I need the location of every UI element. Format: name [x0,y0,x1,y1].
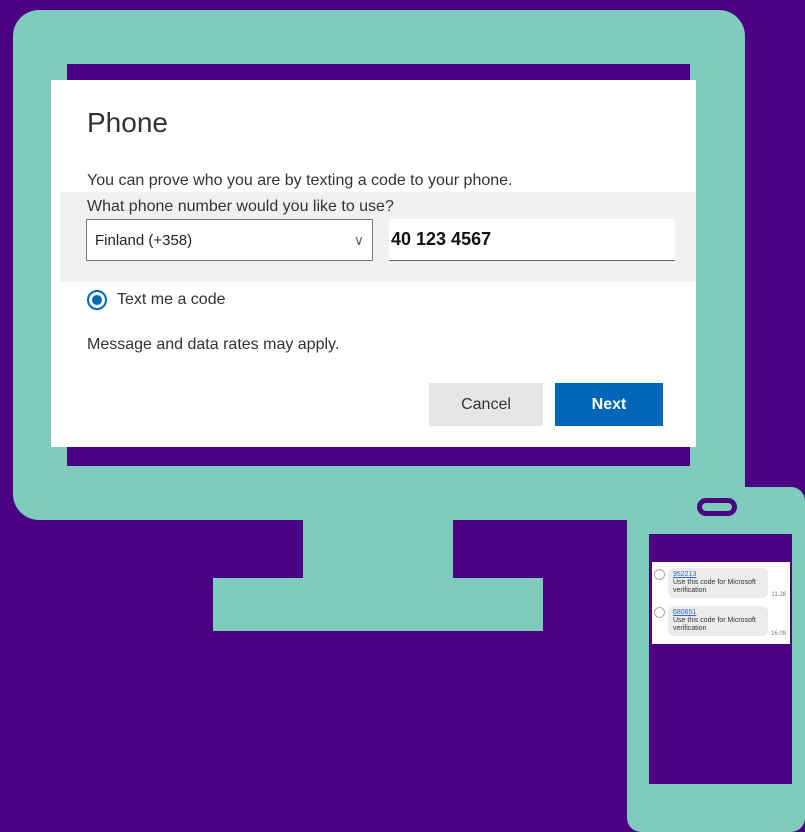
sms-code[interactable]: 680651 [673,609,763,617]
next-button[interactable]: Next [555,383,663,426]
text-me-code-label: Text me a code [117,291,226,308]
sms-text: Use this code for Microsoft verification [673,617,756,633]
country-code-value: Finland (+358) [95,231,193,249]
chevron-down-icon: ∨ [353,231,364,248]
sms-code[interactable]: 952213 [673,571,763,579]
monitor-neck [303,520,453,580]
text-me-code-option[interactable]: Text me a code [87,290,226,310]
phone-speaker-icon [697,498,737,516]
sms-time: 16.09 [770,631,786,637]
monitor-stand [213,578,543,631]
sms-message: 680651 Use this code for Microsoft verif… [668,606,768,637]
phone-question-label: What phone number would you like to use? [87,198,394,215]
rates-note: Message and data rates may apply. [87,336,340,353]
sms-list: 952213 Use this code for Microsoft verif… [652,562,790,644]
sms-text: Use this code for Microsoft verification [673,579,756,595]
contact-avatar-icon [654,569,665,580]
country-code-select[interactable]: Finland (+358) ∨ [86,219,373,261]
sms-message: 952213 Use this code for Microsoft verif… [668,568,768,599]
contact-avatar-icon [654,607,665,618]
cancel-button[interactable]: Cancel [429,383,543,426]
dialog-title: Phone [87,107,168,138]
sms-time: 11.28 [771,592,786,598]
phone-number-input[interactable] [389,219,675,261]
dialog-description: You can prove who you are by texting a c… [87,172,513,189]
radio-selected-icon[interactable] [87,290,107,310]
